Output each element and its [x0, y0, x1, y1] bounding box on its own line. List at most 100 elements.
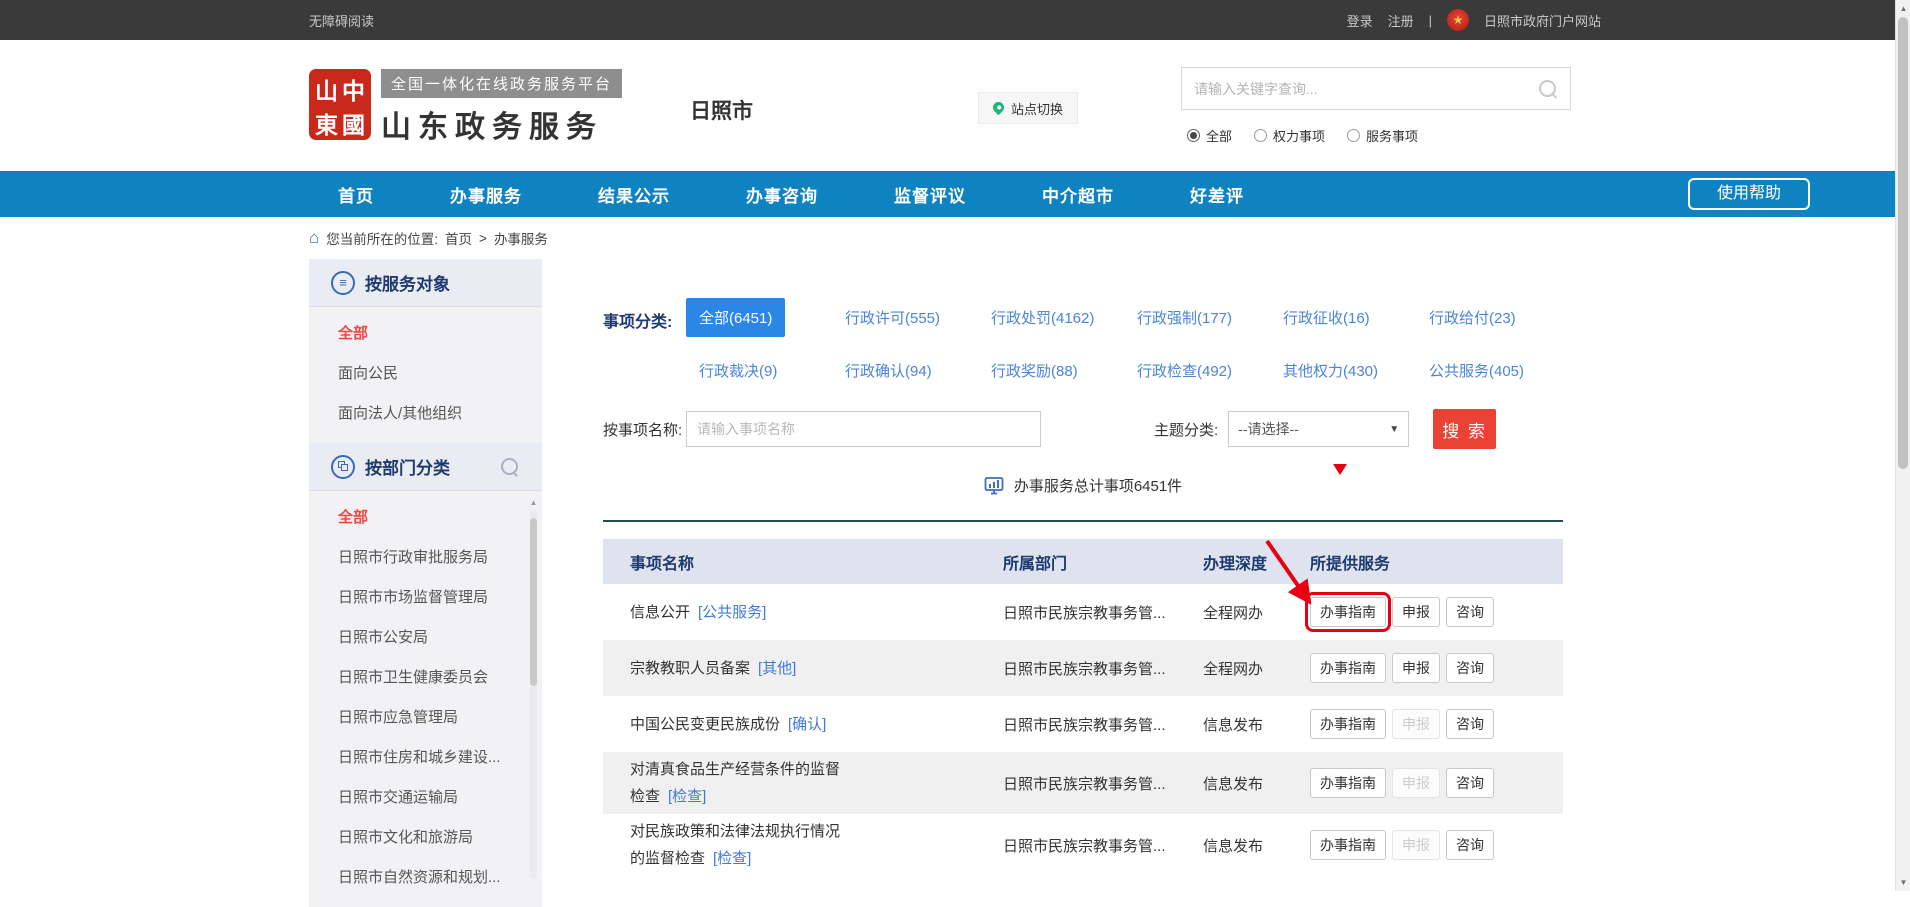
item-category-tag[interactable]: [确认] — [788, 716, 826, 733]
item-name-link[interactable]: 信息公开 — [630, 604, 690, 621]
department-item-1[interactable]: 日照市行政审批服务局 — [309, 538, 542, 578]
category-tab-6[interactable]: 行政裁决(9) — [686, 351, 832, 389]
site-switch-button[interactable]: 站点切换 — [978, 92, 1078, 124]
service-target-item-0[interactable]: 全部 — [309, 314, 542, 354]
search-scope-radio-2[interactable]: 服务事项 — [1347, 126, 1418, 145]
page-scrollbar[interactable]: ▲ ▼ — [1895, 0, 1910, 891]
item-name-input[interactable] — [686, 411, 1041, 447]
topic-select[interactable]: --请选择-- ▼ — [1228, 411, 1409, 447]
sidebar-scroll-thumb[interactable] — [530, 518, 537, 686]
nav-item-0[interactable]: 首页 — [338, 182, 374, 207]
category-tab-10[interactable]: 其他权力(430) — [1270, 351, 1416, 389]
category-tab-label: 行政许可(555) — [832, 298, 953, 337]
emblem-star-glyph: ★ — [1453, 14, 1464, 26]
nav-item-6[interactable]: 好差评 — [1190, 182, 1244, 207]
consult-button[interactable]: 咨询 — [1446, 709, 1494, 739]
category-tab-5[interactable]: 行政给付(23) — [1416, 298, 1562, 336]
service-target-list: 全部面向公民面向法人/其他组织 — [309, 307, 542, 443]
table-header-row: 事项名称所属部门办理深度所提供服务 — [603, 539, 1563, 584]
category-tab-9[interactable]: 行政检查(492) — [1124, 351, 1270, 389]
site-logo[interactable]: 山 東 中 國 全国一体化在线政务服务平台 山东政务服务 — [309, 69, 622, 146]
department-item-5[interactable]: 日照市应急管理局 — [309, 698, 542, 738]
register-link[interactable]: 注册 — [1388, 11, 1414, 30]
department-search-icon[interactable] — [501, 458, 518, 475]
category-tab-8[interactable]: 行政奖励(88) — [978, 351, 1124, 389]
consult-button[interactable]: 咨询 — [1446, 768, 1494, 798]
sidebar-scrollbar[interactable]: ▲ — [529, 499, 538, 879]
item-name-link[interactable]: 中国公民变更民族成份 — [630, 716, 780, 733]
category-tab-label: 全部(6451) — [686, 298, 785, 337]
category-tab-4[interactable]: 行政征收(16) — [1270, 298, 1416, 336]
category-tabs: 全部(6451) 行政许可(555) 行政处罚(4162)行政强制(177)行政征收… — [686, 298, 1562, 389]
table-row-2: 中国公民变更民族成份[确认]日照市民族宗教事务管...信息发布办事指南申报咨询 — [603, 696, 1563, 752]
item-services: 办事指南申报咨询 — [1310, 653, 1563, 683]
help-button[interactable]: 使用帮助 — [1688, 178, 1810, 210]
search-scope-radio-0[interactable]: 全部 — [1187, 126, 1232, 145]
site-switch-label: 站点切换 — [1011, 99, 1063, 118]
nav-item-3[interactable]: 办事咨询 — [746, 182, 818, 207]
item-category-tag[interactable]: [其他] — [758, 660, 796, 677]
category-tab-label: 行政确认(94) — [832, 351, 945, 390]
table-row-1: 宗教教职人员备案[其他]日照市民族宗教事务管...全程网办办事指南申报咨询 — [603, 640, 1563, 696]
table-header-0: 事项名称 — [603, 550, 988, 574]
service-target-item-2[interactable]: 面向法人/其他组织 — [309, 394, 542, 434]
item-name-cell: 对民族政策和法律法规执行情况的监督检查[检查] — [603, 818, 988, 872]
department-item-0[interactable]: 全部 — [309, 498, 542, 538]
category-tab-2[interactable]: 行政处罚(4162) — [978, 298, 1124, 336]
department-item-9[interactable]: 日照市自然资源和规划... — [309, 858, 542, 898]
scrollbar-up-icon[interactable]: ▲ — [1896, 0, 1910, 17]
nav-item-4[interactable]: 监督评议 — [894, 182, 966, 207]
nav-item-1[interactable]: 办事服务 — [450, 182, 522, 207]
category-tab-0[interactable]: 全部(6451) — [686, 298, 832, 336]
category-tab-label: 行政检查(492) — [1124, 351, 1245, 390]
login-link[interactable]: 登录 — [1347, 11, 1373, 30]
department-item-8[interactable]: 日照市文化和旅游局 — [309, 818, 542, 858]
item-name-cell: 宗教教职人员备案 [其他] — [603, 655, 988, 682]
breadcrumb-home-link[interactable]: 首页 — [445, 228, 472, 248]
category-tab-3[interactable]: 行政强制(177) — [1124, 298, 1270, 336]
guide-button[interactable]: 办事指南 — [1310, 768, 1386, 798]
department-item-6[interactable]: 日照市住房和城乡建设... — [309, 738, 542, 778]
nav-item-2[interactable]: 结果公示 — [598, 182, 670, 207]
guide-button[interactable]: 办事指南 — [1310, 653, 1386, 683]
radio-label: 全部 — [1206, 126, 1232, 145]
category-tab-11[interactable]: 公共服务(405) — [1416, 351, 1562, 389]
consult-button[interactable]: 咨询 — [1446, 597, 1494, 627]
service-target-item-1[interactable]: 面向公民 — [309, 354, 542, 394]
department-item-2[interactable]: 日照市市场监督管理局 — [309, 578, 542, 618]
item-name-link[interactable]: 宗教教职人员备案 — [630, 660, 750, 677]
consult-button[interactable]: 咨询 — [1446, 653, 1494, 683]
consult-button[interactable]: 咨询 — [1446, 830, 1494, 860]
apply-button[interactable]: 申报 — [1392, 653, 1440, 683]
items-table: 事项名称所属部门办理深度所提供服务 信息公开[公共服务]日照市民族宗教事务管..… — [603, 539, 1563, 876]
accessibility-link[interactable]: 无障碍阅读 — [309, 11, 374, 30]
seal-char: 山 — [315, 72, 338, 106]
apply-button: 申报 — [1392, 709, 1440, 739]
breadcrumb-current[interactable]: 办事服务 — [494, 228, 548, 248]
city-portal-link[interactable]: 日照市政府门户网站 — [1484, 11, 1601, 30]
search-scope-radio-1[interactable]: 权力事项 — [1254, 126, 1325, 145]
item-category-tag[interactable]: [公共服务] — [698, 604, 766, 621]
nav-item-5[interactable]: 中介超市 — [1042, 182, 1114, 207]
category-tab-7[interactable]: 行政确认(94) — [832, 351, 978, 389]
search-icon[interactable] — [1539, 80, 1556, 97]
item-services: 办事指南申报咨询 — [1310, 830, 1563, 860]
scrollbar-thumb[interactable] — [1898, 17, 1908, 469]
item-name-link[interactable]: 对清真食品生产经营条件的监督检查 — [630, 761, 840, 805]
scroll-up-icon[interactable]: ▲ — [530, 499, 538, 507]
item-category-tag[interactable]: [检查] — [713, 850, 751, 867]
category-tab-1[interactable]: 行政许可(555) — [832, 298, 978, 336]
item-category-tag[interactable]: [检查] — [668, 788, 706, 805]
guide-button[interactable]: 办事指南 — [1310, 830, 1386, 860]
item-name-wrap: 中国公民变更民族成份 [确认] — [630, 711, 848, 738]
guide-button[interactable]: 办事指南 — [1310, 597, 1386, 627]
keyword-search-input[interactable] — [1182, 68, 1539, 109]
department-item-4[interactable]: 日照市卫生健康委员会 — [309, 658, 542, 698]
apply-button[interactable]: 申报 — [1392, 597, 1440, 627]
search-button[interactable]: 搜 索 — [1433, 409, 1496, 449]
item-depth: 全程网办 — [1203, 658, 1310, 679]
department-item-7[interactable]: 日照市交通运输局 — [309, 778, 542, 818]
guide-button[interactable]: 办事指南 — [1310, 709, 1386, 739]
scrollbar-down-icon[interactable]: ▼ — [1896, 874, 1910, 891]
department-item-3[interactable]: 日照市公安局 — [309, 618, 542, 658]
